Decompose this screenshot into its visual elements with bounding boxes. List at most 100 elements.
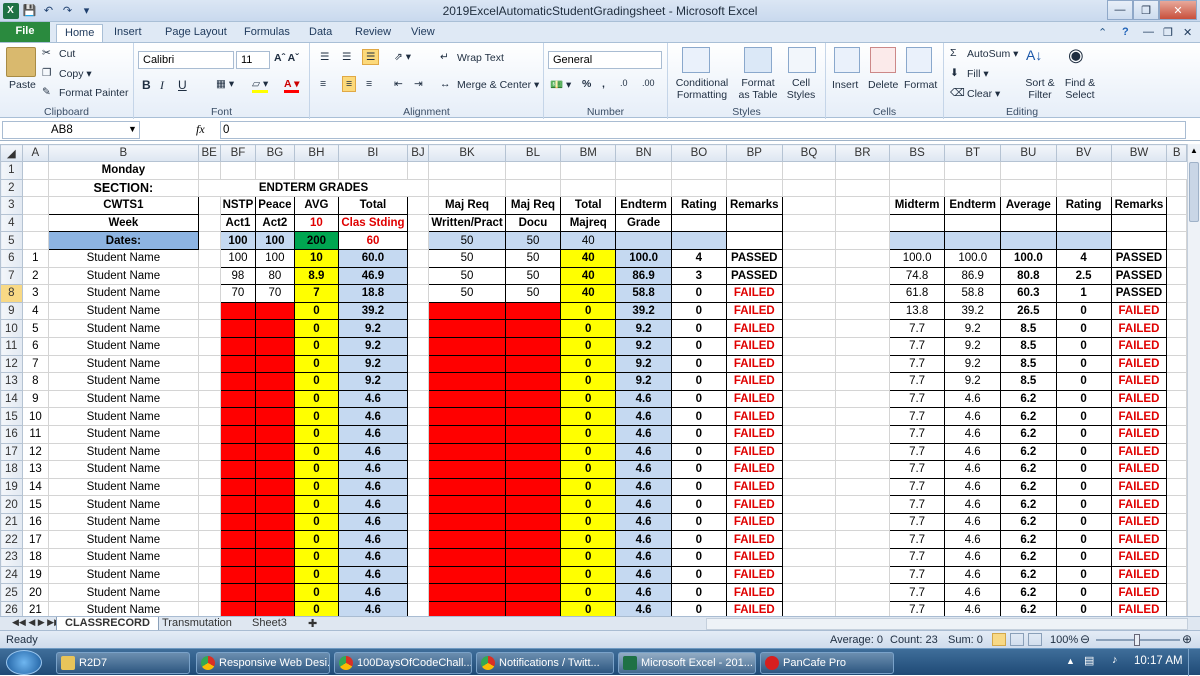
cell[interactable]: [1166, 583, 1187, 602]
cell[interactable]: [1166, 530, 1187, 550]
cell[interactable]: [197, 354, 221, 374]
cell-max-total[interactable]: 200: [293, 231, 340, 250]
font-name-select[interactable]: Calibri: [138, 51, 234, 69]
cell[interactable]: [560, 161, 617, 180]
column-header[interactable]: B: [1166, 144, 1187, 162]
cell[interactable]: [21, 178, 50, 198]
cell-written-score[interactable]: 50: [428, 248, 506, 268]
cell[interactable]: [781, 565, 837, 585]
row-header[interactable]: 2: [0, 178, 23, 198]
cell-majreq-total[interactable]: 0: [560, 354, 617, 374]
cell-midterm[interactable]: 7.7: [888, 565, 946, 585]
clock[interactable]: 10:17 AM: [1134, 655, 1183, 667]
cell-peace-score[interactable]: [255, 495, 295, 514]
tab-data[interactable]: Data: [301, 24, 340, 42]
column-header[interactable]: BP: [725, 144, 783, 162]
select-all-corner[interactable]: ◢: [0, 144, 23, 162]
cell-midterm[interactable]: 7.7: [888, 512, 946, 532]
row-header[interactable]: 4: [0, 213, 23, 233]
cell-student-name[interactable]: Student Name: [48, 424, 199, 444]
cell[interactable]: [835, 178, 890, 198]
italic-icon[interactable]: I: [160, 78, 164, 93]
row-header[interactable]: 18: [0, 460, 23, 479]
cell[interactable]: [944, 231, 1002, 250]
cell[interactable]: [781, 231, 837, 250]
row-header[interactable]: 5: [0, 231, 23, 250]
column-header[interactable]: BR: [835, 144, 890, 162]
cell[interactable]: [835, 336, 890, 356]
cell-midterm[interactable]: 61.8: [888, 284, 946, 303]
cell[interactable]: [835, 248, 890, 268]
cell-docu-score[interactable]: [504, 301, 562, 321]
format-as-table-icon[interactable]: [744, 47, 772, 73]
cell-remarks[interactable]: FAILED: [725, 336, 783, 356]
cell[interactable]: [835, 161, 890, 180]
cell[interactable]: [1110, 231, 1168, 250]
cell[interactable]: [1166, 301, 1187, 321]
row-header[interactable]: 17: [0, 442, 23, 462]
cell-average[interactable]: 6.2: [1000, 600, 1057, 616]
cell-avg[interactable]: 0: [293, 512, 340, 532]
cell-endterm-grade[interactable]: 4.6: [615, 565, 672, 585]
cell-rating[interactable]: 0: [1055, 354, 1112, 374]
cell-student-name[interactable]: Student Name: [48, 336, 199, 356]
cell-midterm[interactable]: 7.7: [888, 442, 946, 462]
insert-cells-icon[interactable]: [834, 47, 860, 73]
cell-midterm[interactable]: 7.7: [888, 495, 946, 514]
cell[interactable]: [835, 407, 890, 426]
cell[interactable]: [781, 530, 837, 550]
cell-class-standing-total[interactable]: 4.6: [338, 530, 408, 550]
cell-nstp-score[interactable]: [219, 512, 257, 532]
cell-average[interactable]: 6.2: [1000, 495, 1057, 514]
cell-endterm-grade[interactable]: 86.9: [615, 266, 672, 286]
cell[interactable]: [197, 495, 221, 514]
name-box[interactable]: AB8: [2, 121, 140, 139]
cell-remarks[interactable]: FAILED: [1110, 477, 1168, 497]
cell-avg-weight[interactable]: 10: [293, 213, 340, 233]
help-icon[interactable]: ?: [1114, 24, 1137, 42]
cell-grade[interactable]: Grade: [615, 213, 672, 233]
cell[interactable]: [835, 460, 890, 479]
column-header[interactable]: BJ: [406, 144, 430, 162]
cell[interactable]: [781, 301, 837, 321]
cell[interactable]: [835, 600, 890, 616]
cell[interactable]: [835, 583, 890, 602]
binoculars-icon[interactable]: ◉: [1068, 45, 1084, 66]
cell-rating[interactable]: 0: [1055, 600, 1112, 616]
tab-view[interactable]: View: [403, 24, 443, 42]
cell-endterm[interactable]: 39.2: [944, 301, 1002, 321]
cell-endterm-grade[interactable]: 4.6: [615, 424, 672, 444]
cell-rating[interactable]: 0: [1055, 319, 1112, 338]
decrease-indent-icon[interactable]: ⇤: [394, 78, 403, 90]
cell-endterm[interactable]: 4.6: [944, 583, 1002, 602]
cell-remarks[interactable]: FAILED: [725, 424, 783, 444]
cell-midterm[interactable]: 7.7: [888, 407, 946, 426]
taskbar-item-chrome[interactable]: Responsive Web Desi...: [196, 652, 330, 674]
cell[interactable]: [197, 213, 221, 233]
cell-peace-score[interactable]: [255, 548, 295, 567]
cell[interactable]: [428, 178, 506, 198]
cell[interactable]: [781, 161, 837, 180]
cell-written-score[interactable]: [428, 372, 506, 391]
cell[interactable]: [1166, 372, 1187, 391]
cell[interactable]: [406, 231, 430, 250]
cell[interactable]: [781, 600, 837, 616]
column-header[interactable]: BM: [560, 144, 617, 162]
cell-endterm-grade[interactable]: 4.6: [615, 583, 672, 602]
cell-remarks[interactable]: FAILED: [1110, 319, 1168, 338]
cell-average[interactable]: 6.2: [1000, 530, 1057, 550]
cell[interactable]: [781, 583, 837, 602]
cell-docu-score[interactable]: [504, 407, 562, 426]
cell-remarks[interactable]: FAILED: [1110, 512, 1168, 532]
cell[interactable]: [197, 424, 221, 444]
cell-remarks[interactable]: PASSED: [1110, 284, 1168, 303]
cell-majreq-total[interactable]: 40: [560, 266, 617, 286]
cell-endterm[interactable]: 9.2: [944, 319, 1002, 338]
cell-remarks[interactable]: FAILED: [725, 583, 783, 602]
cell-written-score[interactable]: [428, 301, 506, 321]
cell-written-score[interactable]: [428, 319, 506, 338]
cell[interactable]: [197, 565, 221, 585]
cell-index[interactable]: 7: [21, 354, 50, 374]
taskbar-item-chrome[interactable]: Notifications / Twitt...: [476, 652, 614, 674]
cell-avg[interactable]: 0: [293, 319, 340, 338]
